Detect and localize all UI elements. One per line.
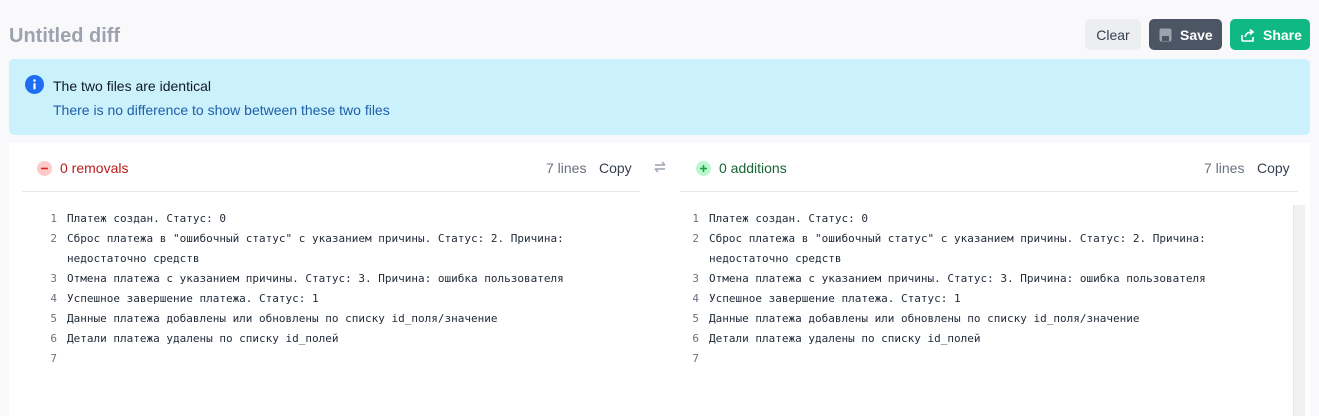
right-pane-header: 0 additions 7 lines Copy bbox=[680, 143, 1298, 192]
line-number: 4 bbox=[692, 292, 699, 305]
line-text: Платеж создан. Статус: 0 bbox=[67, 212, 226, 225]
code-line: 7 bbox=[39, 349, 639, 369]
line-number: 5 bbox=[50, 312, 57, 325]
minus-icon bbox=[37, 160, 52, 176]
line-number: 5 bbox=[692, 312, 699, 325]
save-button[interactable]: Save bbox=[1149, 19, 1222, 50]
share-button[interactable]: Share bbox=[1230, 19, 1310, 50]
line-number: 2 bbox=[692, 232, 699, 245]
line-text: Успешное завершение платежа. Статус: 1 bbox=[67, 292, 319, 305]
diff-panel: 0 removals 7 lines Copy 0 additions 7 li… bbox=[9, 143, 1310, 416]
code-line: 3 Отмена платежа с указанием причины. Ста… bbox=[681, 269, 1281, 289]
removals-count: 0 removals bbox=[37, 160, 128, 176]
code-line: 6 Детали платежа удалены по списку id_пол… bbox=[681, 329, 1281, 349]
line-text bbox=[57, 349, 617, 369]
code-line: 1 Платеж создан. Статус: 0 bbox=[681, 209, 1281, 229]
right-code-view[interactable]: 1 Платеж создан. Статус: 0 2 Сброс платежа… bbox=[681, 209, 1281, 369]
line-text: Успешное завершение платежа. Статус: 1 bbox=[709, 292, 961, 305]
line-number: 3 bbox=[50, 272, 57, 285]
additions-count: 0 additions bbox=[696, 160, 787, 176]
right-copy-button[interactable]: Copy bbox=[1257, 160, 1290, 176]
line-text: Данные платежа добавлены или обновлены п… bbox=[67, 312, 498, 325]
line-text: Данные платежа добавлены или обновлены п… bbox=[709, 312, 1140, 325]
code-line: 4 Успешное завершение платежа. Статус: 1 bbox=[681, 289, 1281, 309]
info-icon bbox=[25, 75, 44, 94]
line-text: Отмена платежа с указанием причины. Стат… bbox=[67, 272, 564, 285]
code-line: 5 Данные платежа добавлены или обновлены … bbox=[681, 309, 1281, 329]
alert-text: There is no difference to show between t… bbox=[53, 102, 390, 118]
identical-files-alert: The two files are identical There is no … bbox=[9, 59, 1310, 135]
code-line: 5 Данные платежа добавлены или обновлены … bbox=[39, 309, 639, 329]
line-number: 6 bbox=[692, 332, 699, 345]
line-number: 4 bbox=[50, 292, 57, 305]
toolbar: Clear Save Share bbox=[1085, 19, 1310, 50]
code-line: 4 Успешное завершение платежа. Статус: 1 bbox=[39, 289, 639, 309]
swap-arrows-icon[interactable] bbox=[652, 160, 668, 174]
left-copy-button[interactable]: Copy bbox=[599, 160, 632, 176]
code-line: 6 Детали платежа удалены по списку id_пол… bbox=[39, 329, 639, 349]
right-lines-count: 7 lines bbox=[1204, 160, 1245, 176]
line-number: 1 bbox=[692, 212, 699, 225]
additions-label: 0 additions bbox=[719, 160, 787, 176]
share-icon bbox=[1241, 28, 1255, 42]
floppy-disk-icon bbox=[1159, 28, 1172, 41]
line-number: 3 bbox=[692, 272, 699, 285]
removals-label: 0 removals bbox=[60, 160, 129, 176]
line-text bbox=[699, 349, 1259, 369]
left-pane-header: 0 removals 7 lines Copy bbox=[22, 143, 640, 192]
code-line: 2 Сброс платежа в "ошибочный статус" с ук… bbox=[39, 229, 639, 269]
left-code-view[interactable]: 1 Платеж создан. Статус: 0 2 Сброс платежа… bbox=[39, 209, 639, 369]
line-number: 2 bbox=[50, 232, 57, 245]
plus-icon bbox=[696, 160, 711, 176]
code-line: 2 Сброс платежа в "ошибочный статус" с ук… bbox=[681, 229, 1281, 269]
line-text: Сброс платежа в "ошибочный статус" с ука… bbox=[709, 232, 1213, 265]
code-line: 3 Отмена платежа с указанием причины. Ста… bbox=[39, 269, 639, 289]
share-button-label: Share bbox=[1263, 26, 1302, 43]
line-text: Сброс платежа в "ошибочный статус" с ука… bbox=[67, 232, 571, 265]
line-number: 6 bbox=[50, 332, 57, 345]
left-lines-count: 7 lines bbox=[546, 160, 587, 176]
line-text: Платеж создан. Статус: 0 bbox=[709, 212, 868, 225]
line-text: Детали платежа удалены по списку id_поле… bbox=[67, 332, 339, 345]
code-line: 7 bbox=[681, 349, 1281, 369]
line-text: Отмена платежа с указанием причины. Стат… bbox=[709, 272, 1206, 285]
line-number: 7 bbox=[692, 352, 699, 365]
line-number: 7 bbox=[50, 352, 57, 365]
page-title[interactable]: Untitled diff bbox=[9, 25, 120, 48]
alert-title: The two files are identical bbox=[53, 78, 211, 94]
code-line: 1 Платеж создан. Статус: 0 bbox=[39, 209, 639, 229]
clear-button[interactable]: Clear bbox=[1085, 19, 1141, 50]
line-number: 1 bbox=[50, 212, 57, 225]
vertical-scrollbar[interactable] bbox=[1293, 205, 1305, 416]
line-text: Детали платежа удалены по списку id_поле… bbox=[709, 332, 981, 345]
save-button-label: Save bbox=[1180, 26, 1213, 43]
